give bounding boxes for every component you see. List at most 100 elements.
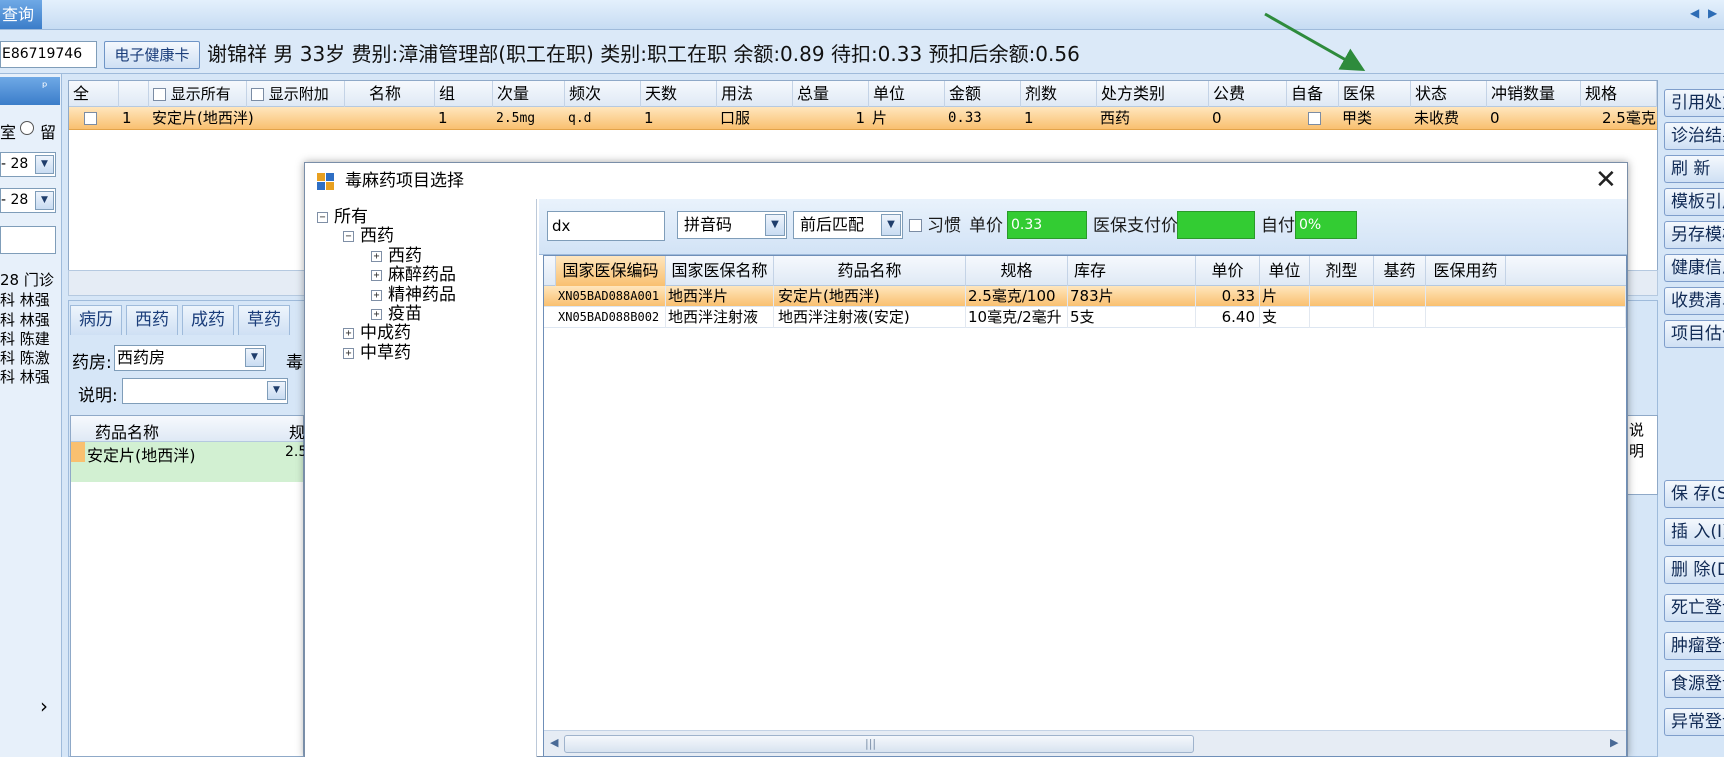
table-row[interactable]: XN05BAD088B002 地西泮注射液 地西泮注射液(安定) 10毫克/2毫… <box>544 307 1626 328</box>
tree-node-herbal[interactable]: + 中草药 <box>343 343 411 363</box>
match-mode-select[interactable]: 前后匹配 ▼ <box>793 211 903 239</box>
col-dose[interactable]: 次量 <box>493 81 565 107</box>
nav-prev-icon[interactable]: ◀ <box>1690 6 1699 20</box>
col-national-code[interactable]: 国家医保编码 <box>556 256 666 286</box>
tab-query[interactable]: 查询 <box>0 0 42 29</box>
health-card-button[interactable]: 电子健康卡 <box>104 41 200 69</box>
col-self-supply[interactable]: 自备 <box>1287 81 1339 107</box>
left-search-input[interactable] <box>0 226 56 254</box>
col-national-name[interactable]: 国家医保名称 <box>666 256 774 286</box>
tab-western-medicine[interactable]: 西药 <box>126 305 178 335</box>
col-public-fee[interactable]: 公费 <box>1209 81 1287 107</box>
scrollbar-thumb[interactable]: ||| <box>564 735 1194 753</box>
expand-icon[interactable]: + <box>343 347 354 359</box>
chevron-down-icon[interactable]: ▼ <box>881 214 901 236</box>
chevron-down-icon[interactable]: ▼ <box>245 348 264 367</box>
refresh-button[interactable]: 刷 新 <box>1664 155 1724 183</box>
tab-herbal-medicine[interactable]: 草药 <box>238 305 290 335</box>
delete-button[interactable]: 删 除(D) <box>1664 556 1724 584</box>
template-quote-button[interactable]: 模板引用 <box>1664 188 1724 216</box>
food-source-register-button[interactable]: 食源登记 <box>1664 670 1724 698</box>
chevron-down-icon[interactable]: ▼ <box>765 214 785 236</box>
col-note[interactable]: 说明 <box>1629 419 1657 461</box>
fee-list-button[interactable]: 收费清单 <box>1664 287 1724 315</box>
table-row[interactable]: 1 安定片(地西泮) 1 2.5mg q.d 1 口服 1 片 0.33 1 西… <box>69 107 1657 130</box>
close-icon[interactable]: ✕ <box>1595 165 1617 195</box>
list-item[interactable]: 科 陈建 <box>0 329 60 349</box>
col-spec[interactable]: 规格 <box>966 256 1068 286</box>
list-item[interactable]: 28 门诊 <box>0 270 60 290</box>
list-item[interactable]: 科 林强 <box>0 367 60 387</box>
pharmacy-select[interactable]: 西药房 ▼ <box>114 345 266 371</box>
tree-node-western[interactable]: − 西药 <box>343 226 394 246</box>
table-row[interactable]: 安定片(地西泮) 2.5 <box>71 442 307 482</box>
tab-medical-record[interactable]: 病历 <box>70 305 122 335</box>
col-doses[interactable]: 剂数 <box>1021 81 1097 107</box>
row-checkbox[interactable] <box>81 107 101 130</box>
date-end-input[interactable]: - 28 ▼ <box>0 188 56 213</box>
habit-checkbox[interactable] <box>909 219 922 232</box>
col-unit-price[interactable]: 单价 <box>1196 256 1260 286</box>
collapse-icon[interactable]: − <box>317 211 328 223</box>
col-usage[interactable]: 用法 <box>717 81 793 107</box>
save-as-template-button[interactable]: 另存模板 <box>1664 221 1724 249</box>
note-select[interactable]: ▼ <box>122 378 288 404</box>
chevron-right-icon[interactable]: › <box>40 694 48 718</box>
show-extra-checkbox[interactable] <box>251 88 264 101</box>
quote-prescription-button[interactable]: 引用处方 <box>1664 89 1724 117</box>
tree-node-anesthetic[interactable]: + 麻醉药品 <box>371 265 456 285</box>
col-unit[interactable]: 单位 <box>869 81 945 107</box>
col-spec[interactable]: 规格 <box>1581 81 1657 107</box>
scroll-right-icon[interactable]: ▶ <box>1610 736 1618 749</box>
chevron-down-icon[interactable]: ▼ <box>35 155 54 174</box>
col-group[interactable]: 组 <box>435 81 493 107</box>
col-all[interactable]: 全 <box>69 81 119 107</box>
expand-icon[interactable]: + <box>371 308 382 320</box>
health-info-button[interactable]: 健康信息 <box>1664 254 1724 282</box>
tree-node-western-sub[interactable]: + 西药 <box>371 246 422 266</box>
col-total[interactable]: 总量 <box>793 81 869 107</box>
tree-node-all[interactable]: − 所有 <box>317 207 368 227</box>
date-start-input[interactable]: - 28 ▼ <box>0 152 56 177</box>
tumor-register-button[interactable]: 肿瘤登记 <box>1664 632 1724 660</box>
tree-node-psychotropic[interactable]: + 精神药品 <box>371 285 456 305</box>
col-status[interactable]: 状态 <box>1411 81 1487 107</box>
col-unit[interactable]: 单位 <box>1260 256 1310 286</box>
col-writeoff[interactable]: 冲销数量 <box>1487 81 1581 107</box>
nav-next-icon[interactable]: ▶ <box>1708 6 1717 20</box>
col-insurance-drug[interactable]: 医保用药 <box>1426 256 1506 286</box>
scroll-left-icon[interactable]: ◀ <box>550 736 558 749</box>
table-row[interactable]: XN05BAD088A001 地西泮片 安定片(地西泮) 2.5毫克/100 7… <box>544 286 1626 307</box>
show-extra-toggle[interactable]: 显示附加 <box>247 81 345 107</box>
expand-icon[interactable]: + <box>371 289 382 301</box>
show-all-checkbox[interactable] <box>153 88 166 101</box>
col-stock[interactable]: 库存 <box>1068 256 1196 286</box>
tree-node-vaccine[interactable]: + 疫苗 <box>371 304 422 324</box>
save-button[interactable]: 保 存(S) <box>1664 480 1724 508</box>
show-all-toggle[interactable]: 显示所有 <box>149 81 247 107</box>
card-number-input[interactable]: E86719746 <box>0 41 97 68</box>
collapse-icon[interactable]: − <box>343 230 354 242</box>
list-item[interactable]: 科 林强 <box>0 310 60 330</box>
col-drug-name[interactable]: 药品名称 <box>774 256 966 286</box>
death-register-button[interactable]: 死亡登记 <box>1664 594 1724 622</box>
col-frequency[interactable]: 频次 <box>565 81 641 107</box>
expand-icon[interactable]: + <box>371 250 382 262</box>
diagnosis-result-button[interactable]: 诊治结果 <box>1664 122 1724 150</box>
expand-icon[interactable]: + <box>371 269 382 281</box>
list-item[interactable]: 科 陈激 <box>0 348 60 368</box>
chevron-down-icon[interactable]: ▼ <box>35 191 54 210</box>
abnormal-register-button[interactable]: 异常登记 <box>1664 708 1724 736</box>
search-input[interactable]: dx <box>547 211 665 241</box>
col-name[interactable]: 名称 <box>365 81 435 107</box>
self-supply-checkbox[interactable] <box>1305 107 1325 130</box>
search-mode-select[interactable]: 拼音码 ▼ <box>677 211 787 239</box>
tab-patent-medicine[interactable]: 成药 <box>182 305 234 335</box>
list-item[interactable]: 科 林强 <box>0 290 60 310</box>
col-amount[interactable]: 金额 <box>945 81 1021 107</box>
col-insurance[interactable]: 医保 <box>1339 81 1411 107</box>
horizontal-scrollbar[interactable]: ◀ ||| ▶ <box>544 730 1626 756</box>
col-essential-drug[interactable]: 基药 <box>1374 256 1426 286</box>
expand-icon[interactable]: + <box>343 327 354 339</box>
item-estimate-button[interactable]: 项目估价 <box>1664 320 1724 348</box>
